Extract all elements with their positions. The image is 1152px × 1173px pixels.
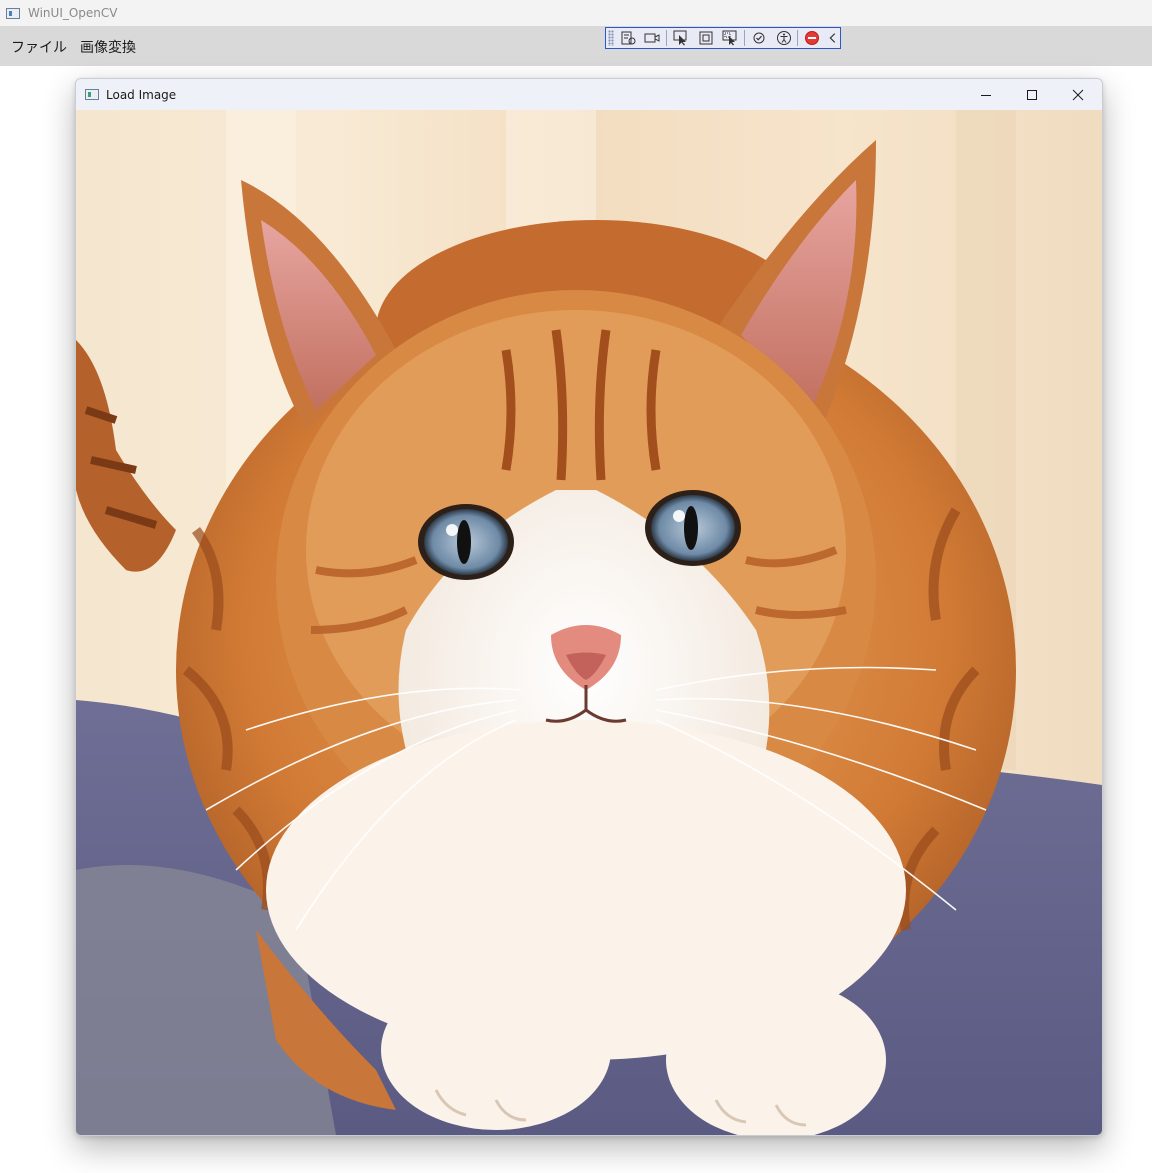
app-window-icon <box>6 7 20 19</box>
select-element-icon <box>673 30 687 46</box>
menu-file[interactable]: ファイル <box>11 37 67 57</box>
debug-toolbar <box>605 27 841 49</box>
menu-bar: ファイル 画像変換 <box>0 26 1152 66</box>
track-focus-icon <box>722 30 737 46</box>
app-title-bar[interactable]: WinUI_OpenCV <box>0 0 1152 26</box>
hot-reload-button[interactable] <box>748 29 770 47</box>
record-button[interactable] <box>642 29 664 47</box>
minimize-button[interactable] <box>963 79 1009 110</box>
loaded-image <box>76 110 1102 1135</box>
track-focus-button[interactable] <box>719 29 741 47</box>
main-window: WinUI_OpenCV ファイル 画像変換 Load Image <box>0 0 1152 1173</box>
cat-photo <box>76 110 1102 1135</box>
display-layout-adorners-button[interactable] <box>695 29 717 47</box>
close-icon <box>1072 89 1084 100</box>
close-button[interactable] <box>1055 79 1101 110</box>
load-image-window: Load Image <box>75 78 1103 1136</box>
maximize-button[interactable] <box>1009 79 1055 110</box>
stop-icon <box>805 31 820 45</box>
toolbar-separator <box>797 30 799 46</box>
collapse-chevron-icon <box>829 33 836 43</box>
live-visual-tree-icon <box>621 31 636 45</box>
accessibility-button[interactable] <box>773 29 795 47</box>
app-title: WinUI_OpenCV <box>28 6 118 20</box>
load-image-window-icon <box>85 89 99 100</box>
maximize-icon <box>1027 89 1037 100</box>
load-image-title: Load Image <box>106 87 177 102</box>
toolbar-grip-handle[interactable] <box>608 30 614 46</box>
record-icon <box>644 33 660 43</box>
minimize-icon <box>981 94 991 96</box>
display-layout-adorners-icon <box>699 31 713 45</box>
accessibility-icon <box>776 31 791 45</box>
collapse-toolbar-button[interactable] <box>826 29 840 47</box>
toolbar-separator <box>744 30 746 46</box>
stop-button[interactable] <box>801 29 823 47</box>
menu-image-transform[interactable]: 画像変換 <box>80 37 136 57</box>
live-visual-tree-button[interactable] <box>617 29 639 47</box>
hot-reload-icon <box>753 32 765 44</box>
load-image-title-bar[interactable]: Load Image <box>76 79 1102 110</box>
select-element-button[interactable] <box>670 29 692 47</box>
toolbar-separator <box>666 30 668 46</box>
